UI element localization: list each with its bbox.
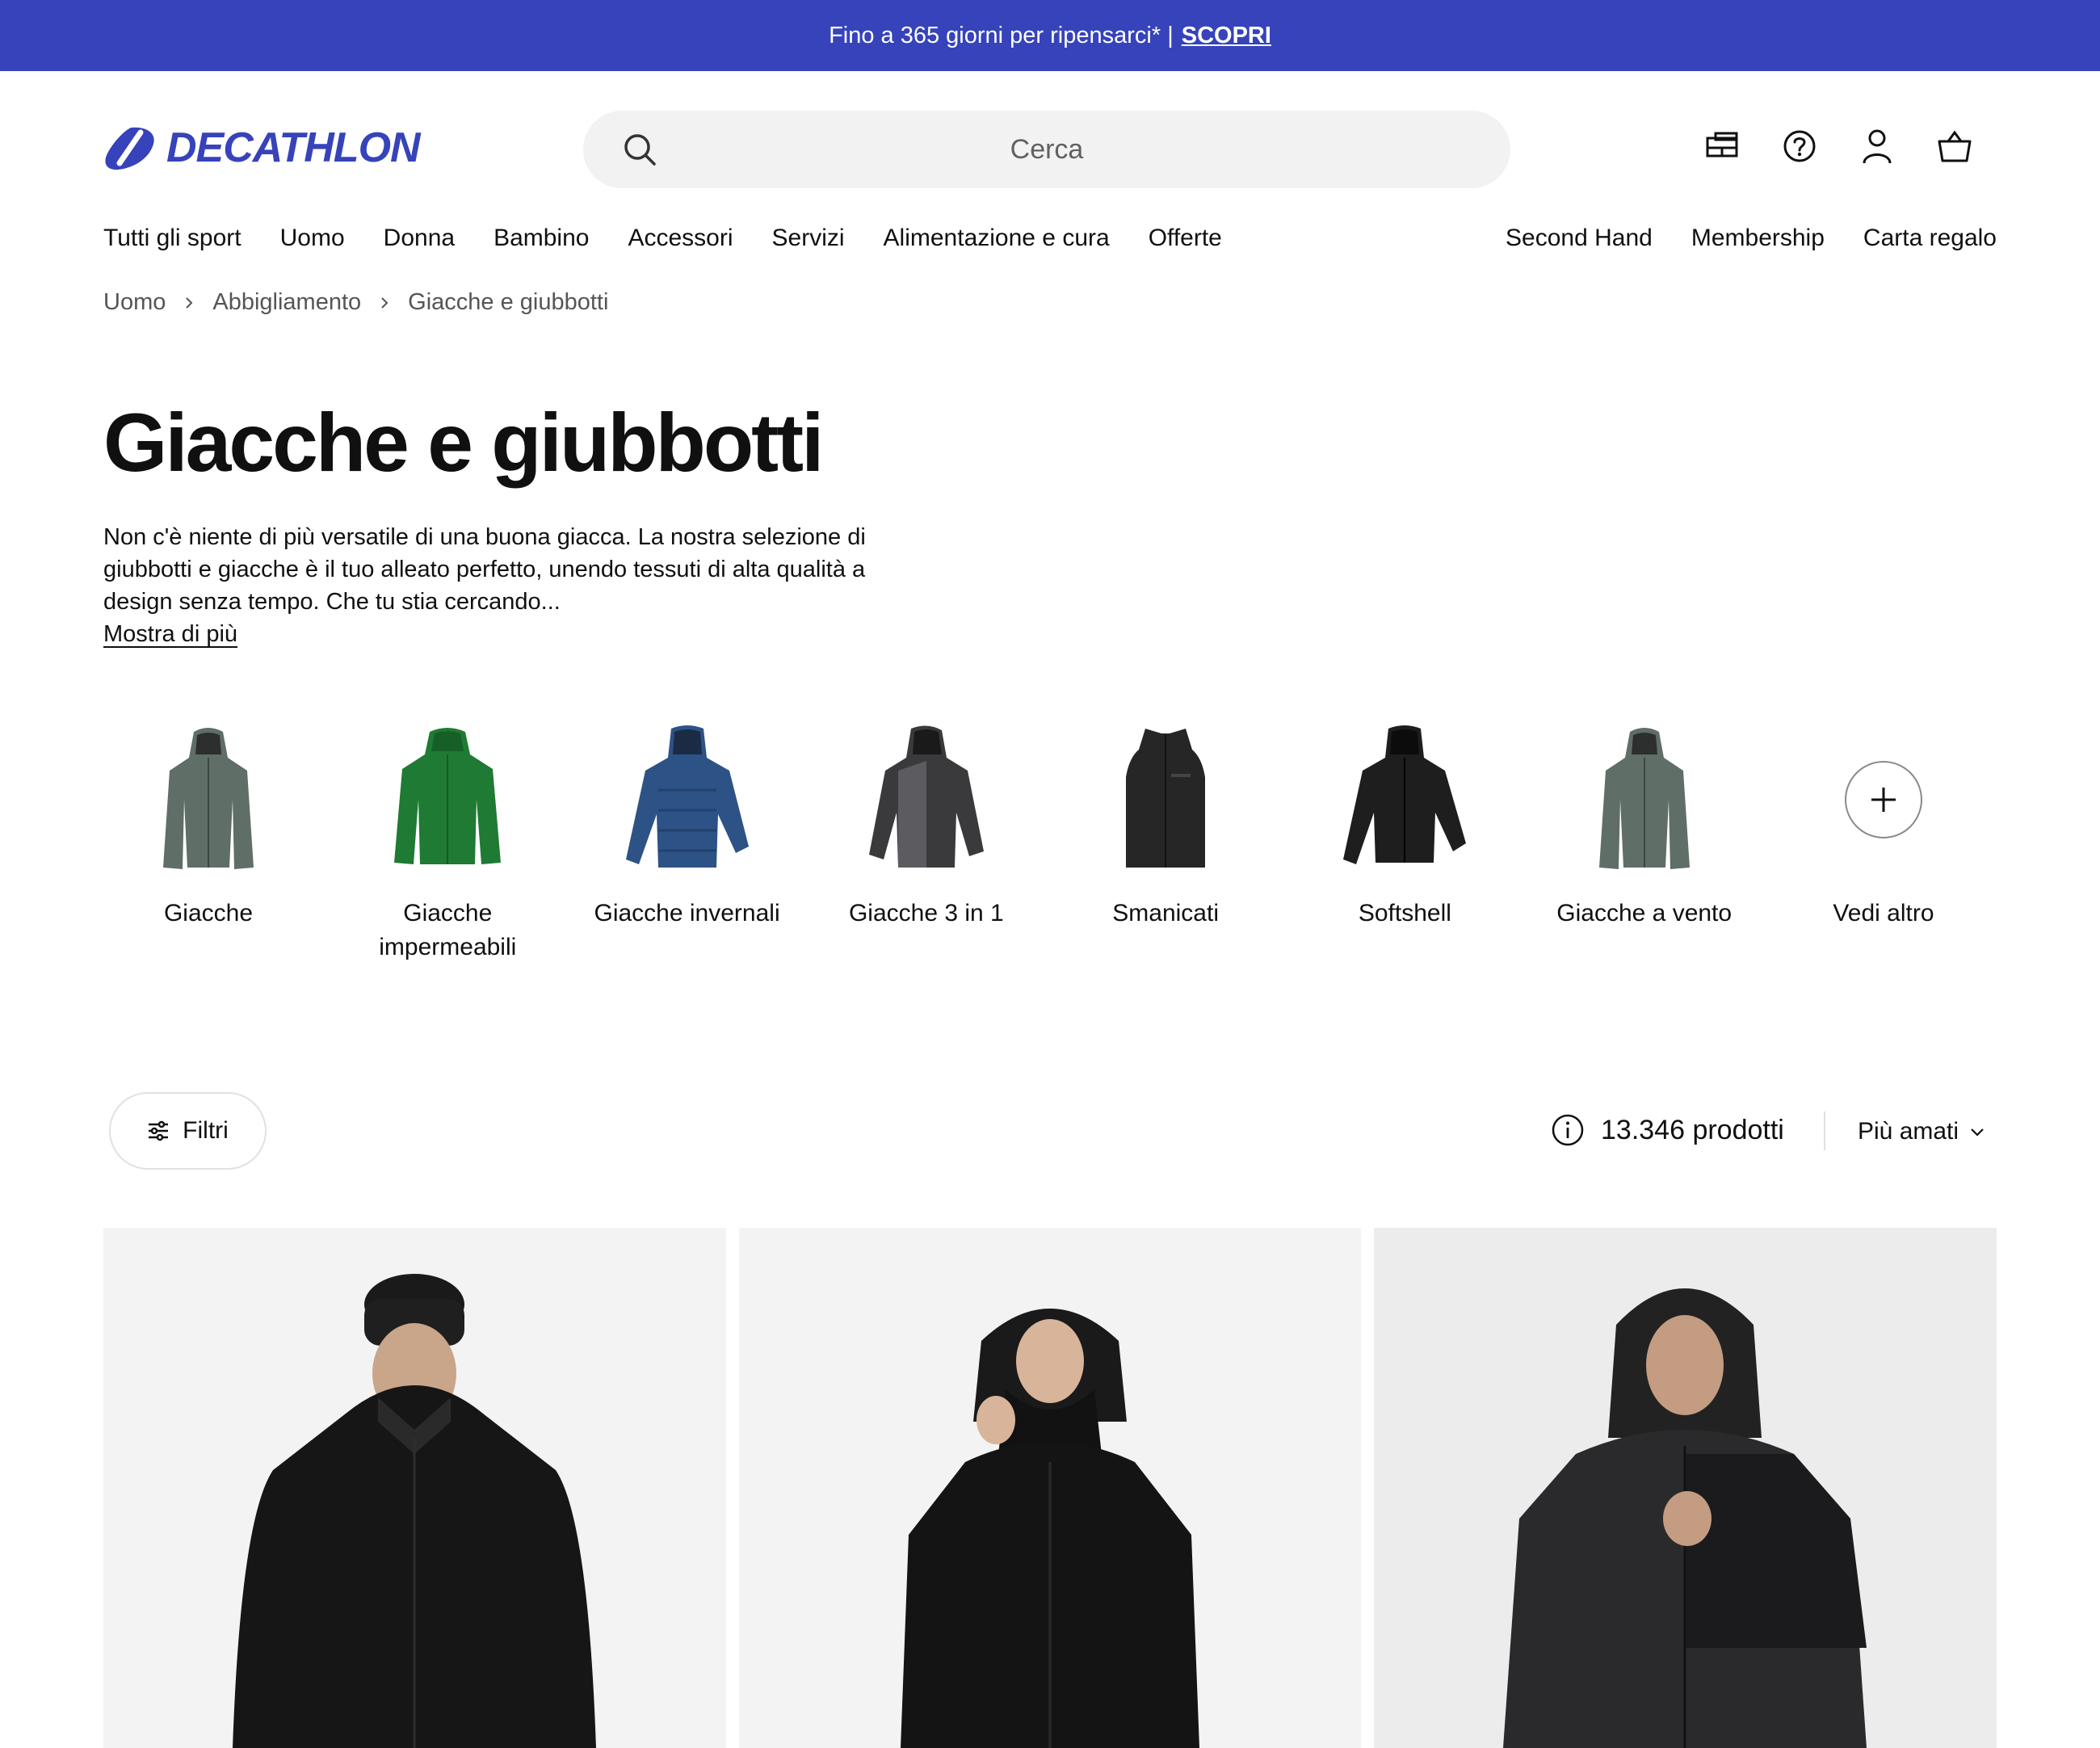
plus-icon[interactable] [1844,761,1922,838]
subcategory-giacche-impermeabili[interactable]: Giacche impermeabili [342,719,552,964]
category-description: Non c'è niente di più versatile di una b… [103,524,866,615]
subcategory-label: Giacche [163,900,254,927]
breadcrumb: Uomo Abbigliamento Giacche e giubbotti [103,289,608,316]
subcategory-label: Giacche impermeabili [379,900,517,960]
header-icons [1703,127,1974,166]
nav-item-accessori[interactable]: Accessori [628,225,733,252]
subcategory-see-more[interactable]: Vedi altro [1779,719,1989,964]
chevron-down-icon [1971,1128,1984,1137]
jacket-thumbnail [854,719,999,880]
sort-label: Più amati [1858,1118,1959,1145]
breadcrumb-item-current: Giacche e giubbotti [408,289,609,315]
chevron-right-icon [186,296,193,309]
see-more-thumb [1811,719,1956,880]
subcategory-label: Giacche invernali [594,900,780,927]
subcategory-strip: Giacche Giacche impermeabili Giacche inv… [103,719,1989,964]
toolbar-divider [1824,1111,1825,1150]
product-image [1503,1288,1867,1748]
filters-label: Filtri [183,1117,229,1144]
subcategory-label: Smanicati [1112,900,1219,927]
main-nav: Tutti gli sport Uomo Donna Bambino Acces… [103,225,1222,252]
product-card[interactable] [103,1228,726,1748]
subcategory-giacche-invernali[interactable]: Giacche invernali [582,719,792,964]
breadcrumb-item-uomo[interactable]: Uomo [103,289,166,316]
nav-item-tutti-gli-sport[interactable]: Tutti gli sport [103,225,242,252]
subcategory-label: Giacche a vento [1556,900,1732,927]
page-title: Giacche e giubbotti [103,397,824,489]
cart-icon[interactable] [1935,127,1974,166]
nav-item-carta-regalo[interactable]: Carta regalo [1863,225,1997,252]
subcategory-label: Giacche 3 in 1 [848,900,1004,927]
search-icon[interactable] [622,132,657,167]
logo-text: DECATHLON [166,124,421,171]
nav-item-bambino[interactable]: Bambino [494,225,589,252]
subcategory-giacche[interactable]: Giacche [103,719,313,964]
subcategory-smanicati[interactable]: Smanicati [1060,719,1270,964]
secondary-nav: Second Hand Membership Carta regalo [1506,225,1997,252]
nav-item-uomo[interactable]: Uomo [280,225,345,252]
subcategory-giacche-a-vento[interactable]: Giacche a vento [1539,719,1749,964]
product-image [233,1274,596,1748]
product-count-text: 13.346 prodotti [1601,1114,1784,1145]
promo-text: Fino a 365 giorni per ripensarci* | [829,22,1174,48]
account-icon[interactable] [1858,127,1896,166]
nav-item-alimentazione[interactable]: Alimentazione e cura [884,225,1110,252]
info-icon[interactable] [1551,1113,1585,1147]
nav-item-offerte[interactable]: Offerte [1149,225,1222,252]
search-bar[interactable] [583,111,1510,188]
nav-item-donna[interactable]: Donna [384,225,455,252]
nav-item-membership[interactable]: Membership [1691,225,1825,252]
jacket-thumbnail [375,719,520,880]
promo-bar: Fino a 365 giorni per ripensarci* | SCOP… [0,0,2100,71]
decathlon-logo[interactable]: DECATHLON [103,123,421,173]
product-card[interactable] [738,1228,1362,1748]
product-card[interactable] [1374,1228,1997,1748]
show-more-link[interactable]: Mostra di più [103,618,237,650]
nav-item-second-hand[interactable]: Second Hand [1506,225,1653,252]
subcategory-label: Softshell [1358,900,1451,927]
product-image [900,1309,1199,1748]
nav-item-servizi[interactable]: Servizi [772,225,845,252]
vest-thumbnail [1093,719,1238,880]
store-icon[interactable] [1703,127,1741,166]
jacket-thumbnail [615,719,760,880]
subcategory-softshell[interactable]: Softshell [1300,719,1510,964]
product-count: 13.346 prodotti [1551,1113,1784,1147]
search-input[interactable] [583,111,1510,188]
jacket-thumbnail [1332,719,1477,880]
logo-mark-icon [105,127,154,170]
filters-button[interactable]: Filtri [109,1092,267,1170]
subcategory-giacche-3-in-1[interactable]: Giacche 3 in 1 [821,719,1031,964]
sort-dropdown[interactable]: Più amati [1858,1118,1984,1145]
breadcrumb-item-abbigliamento[interactable]: Abbigliamento [212,289,361,316]
product-grid [103,1228,1997,1748]
filter-sliders-icon [149,1120,169,1141]
help-icon[interactable] [1780,127,1819,166]
chevron-right-icon [381,296,388,309]
promo-link[interactable]: SCOPRI [1182,23,1271,49]
jacket-thumbnail [1572,719,1717,880]
subcategory-label: Vedi altro [1833,900,1934,927]
jacket-thumbnail [136,719,281,880]
